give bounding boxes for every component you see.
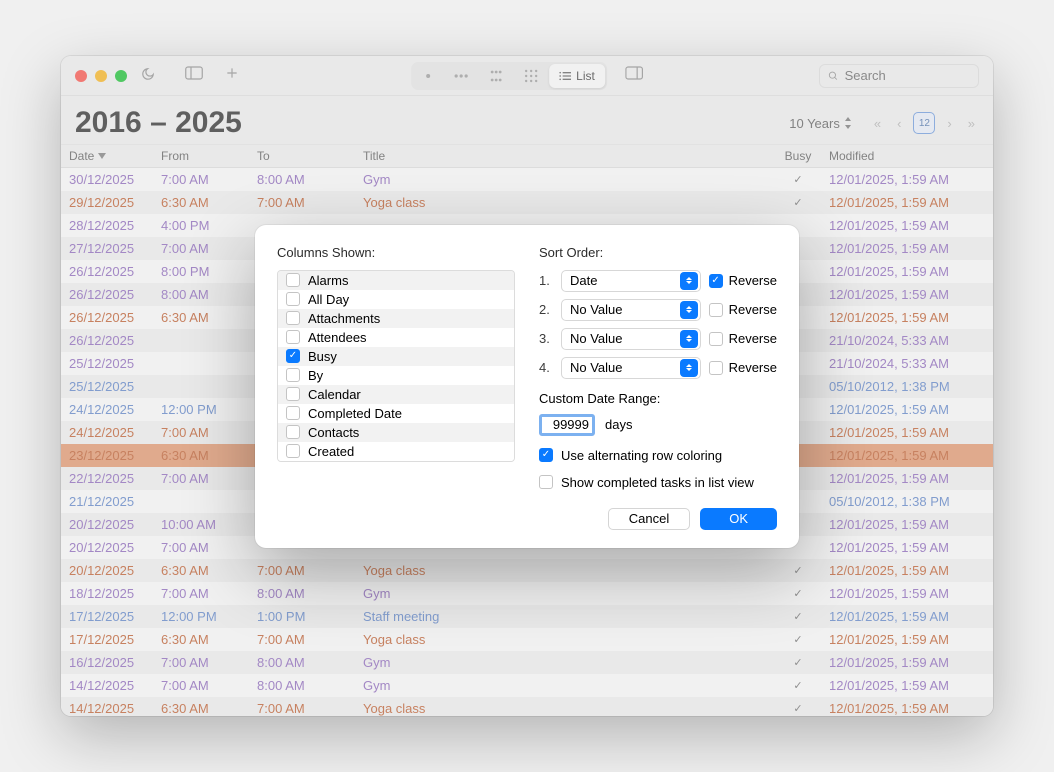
sort-index: 2.	[539, 302, 553, 317]
reverse-label: Reverse	[729, 360, 777, 375]
show-completed-checkbox[interactable]	[539, 475, 553, 489]
sort-index: 1.	[539, 273, 553, 288]
reverse-label: Reverse	[729, 331, 777, 346]
column-checkbox[interactable]	[286, 292, 300, 306]
column-option-label: Busy	[308, 349, 337, 364]
cancel-button[interactable]: Cancel	[608, 508, 690, 530]
column-option-label: Calendar	[308, 387, 361, 402]
column-checkbox[interactable]	[286, 349, 300, 363]
show-completed-label: Show completed tasks in list view	[561, 475, 754, 490]
sort-value: No Value	[570, 331, 623, 346]
reverse-checkbox[interactable]	[709, 274, 723, 288]
column-checkbox[interactable]	[286, 425, 300, 439]
sort-row: 1. Date Reverse	[539, 270, 777, 292]
column-option-label: Alarms	[308, 273, 348, 288]
modal-overlay: Columns Shown: AlarmsAll DayAttachmentsA…	[61, 56, 993, 716]
column-checkbox[interactable]	[286, 387, 300, 401]
sort-select[interactable]: No Value	[561, 299, 701, 321]
column-option-label: All Day	[308, 292, 349, 307]
sort-index: 3.	[539, 331, 553, 346]
columns-shown-label: Columns Shown:	[277, 245, 515, 260]
sort-select[interactable]: Date	[561, 270, 701, 292]
days-input[interactable]	[539, 414, 595, 436]
reverse-label: Reverse	[729, 302, 777, 317]
column-option-label: Contacts	[308, 425, 359, 440]
app-window: List 2016 – 2025 10 Years « ‹ 12 › » D	[61, 56, 993, 716]
column-checkbox[interactable]	[286, 330, 300, 344]
sort-row: 2. No Value Reverse	[539, 299, 777, 321]
column-checkbox[interactable]	[286, 406, 300, 420]
column-option-label: Attachments	[308, 311, 380, 326]
column-option[interactable]: Busy	[278, 347, 514, 366]
sort-rows: 1. Date Reverse 2. No Value Reverse 3. No Value…	[539, 270, 777, 379]
column-option[interactable]: By	[278, 366, 514, 385]
column-option[interactable]: Calendar	[278, 385, 514, 404]
column-option-label: Attendees	[308, 330, 367, 345]
column-option[interactable]: Created	[278, 442, 514, 461]
sort-value: Date	[570, 273, 597, 288]
reverse-checkbox[interactable]	[709, 361, 723, 375]
sort-select[interactable]: No Value	[561, 357, 701, 379]
column-option-label: Completed Date	[308, 406, 402, 421]
alt-rows-label: Use alternating row coloring	[561, 448, 722, 463]
sort-row: 4. No Value Reverse	[539, 357, 777, 379]
sort-index: 4.	[539, 360, 553, 375]
alt-rows-checkbox[interactable]	[539, 448, 553, 462]
list-options-dialog: Columns Shown: AlarmsAll DayAttachmentsA…	[255, 225, 799, 548]
sort-select[interactable]: No Value	[561, 328, 701, 350]
column-option[interactable]: Alarms	[278, 271, 514, 290]
columns-listbox[interactable]: Alarms All Day Attachments Attendees Busy By C…	[277, 270, 515, 462]
sort-row: 3. No Value Reverse	[539, 328, 777, 350]
reverse-checkbox[interactable]	[709, 303, 723, 317]
column-option-label: Created	[308, 444, 354, 459]
column-option[interactable]: Completed Date	[278, 404, 514, 423]
column-checkbox[interactable]	[286, 444, 300, 458]
column-option[interactable]: Attachments	[278, 309, 514, 328]
sort-value: No Value	[570, 360, 623, 375]
sort-order-label: Sort Order:	[539, 245, 777, 260]
column-option[interactable]: Attendees	[278, 328, 514, 347]
custom-range-label: Custom Date Range:	[539, 391, 777, 406]
chevron-updown-icon	[680, 330, 698, 348]
sort-value: No Value	[570, 302, 623, 317]
column-checkbox[interactable]	[286, 368, 300, 382]
days-label: days	[605, 417, 632, 432]
reverse-label: Reverse	[729, 273, 777, 288]
chevron-updown-icon	[680, 359, 698, 377]
ok-button[interactable]: OK	[700, 508, 777, 530]
chevron-updown-icon	[680, 301, 698, 319]
column-option[interactable]: Contacts	[278, 423, 514, 442]
column-option-label: By	[308, 368, 323, 383]
chevron-updown-icon	[680, 272, 698, 290]
reverse-checkbox[interactable]	[709, 332, 723, 346]
column-checkbox[interactable]	[286, 273, 300, 287]
column-option[interactable]: All Day	[278, 290, 514, 309]
column-checkbox[interactable]	[286, 311, 300, 325]
